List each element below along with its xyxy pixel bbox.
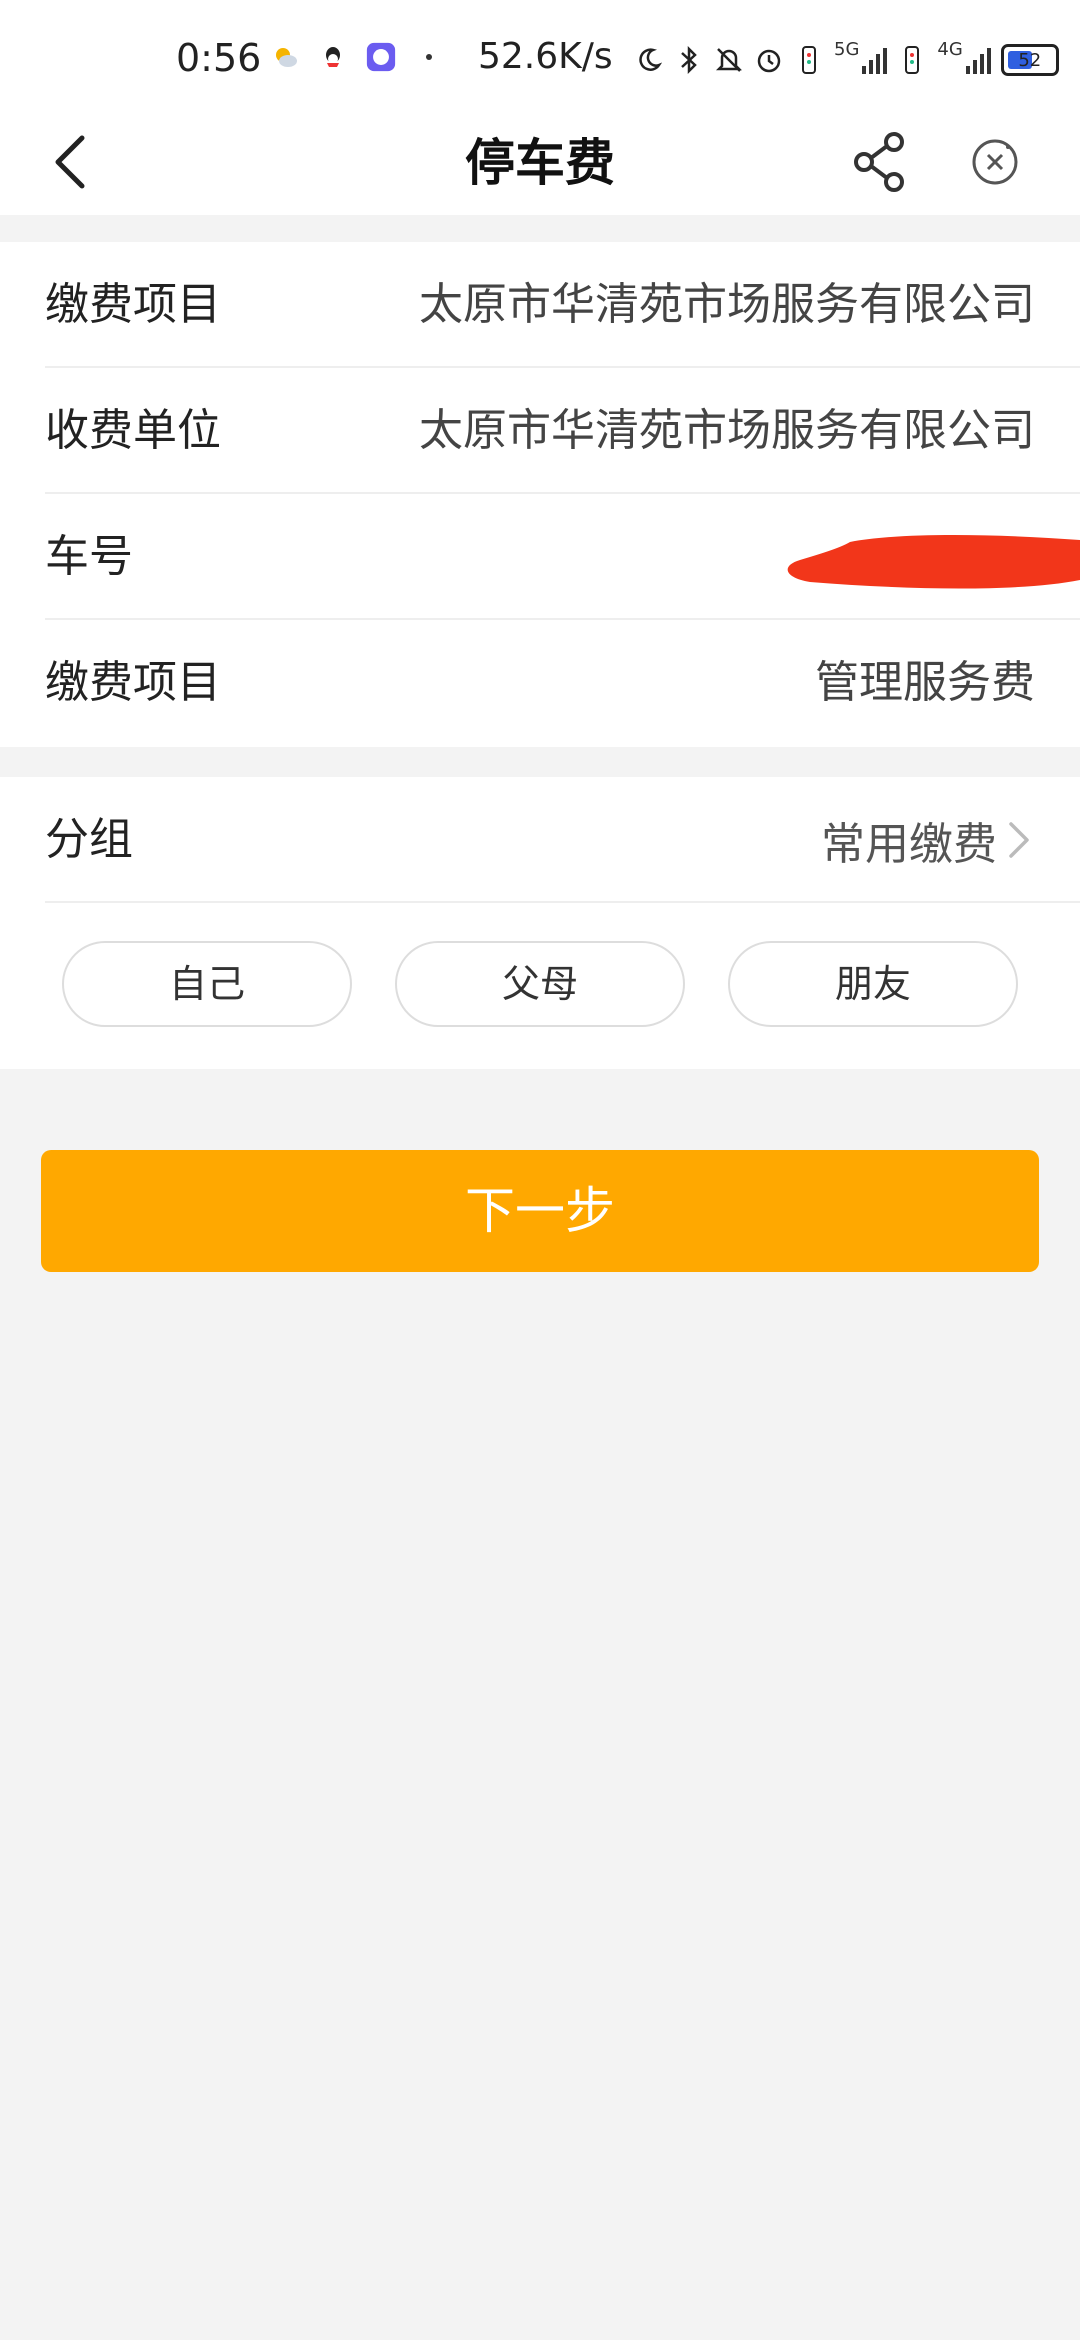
- next-step-button[interactable]: 下一步: [41, 1150, 1039, 1272]
- info-row-item: 缴费项目 太原市华清苑市场服务有限公司: [0, 242, 1080, 368]
- info-row-unit: 收费单位 太原市华清苑市场服务有限公司: [0, 368, 1080, 494]
- info-value: 太原市华清苑市场服务有限公司: [419, 405, 1035, 456]
- mute-icon: [714, 45, 744, 75]
- chip-self[interactable]: 自己: [62, 941, 352, 1027]
- chip-parents[interactable]: 父母: [395, 941, 685, 1027]
- page-title: 停车费: [465, 134, 615, 192]
- group-card: 分组 常用缴费 自己 父母 朋友: [0, 777, 1080, 1069]
- moon-icon: [634, 45, 664, 75]
- chip-friends[interactable]: 朋友: [728, 941, 1018, 1027]
- signal-4g-icon: 4G: [937, 39, 991, 74]
- divider: [45, 901, 1080, 903]
- network-speed: 52.6K/s: [478, 36, 613, 77]
- sim-icon-2: [897, 45, 927, 75]
- close-button[interactable]: [960, 122, 1030, 202]
- status-system-icons: 5G 4G 52: [620, 39, 1059, 76]
- info-label: 车号: [45, 531, 133, 582]
- group-chips: 自己 父母 朋友: [62, 941, 1018, 1029]
- group-value-wrap: 常用缴费: [821, 777, 1035, 903]
- chevron-right-icon: [1007, 818, 1035, 862]
- signal-5g-icon: 5G: [834, 39, 888, 74]
- info-value: 管理服务费: [815, 657, 1035, 708]
- weather-icon: [270, 42, 300, 72]
- chat-app-icon: [366, 42, 396, 72]
- share-icon: [854, 132, 904, 192]
- info-label: 缴费项目: [45, 657, 221, 708]
- battery-icon: 52: [1000, 44, 1059, 76]
- close-icon: [972, 139, 1018, 185]
- status-app-icons: [270, 42, 444, 72]
- group-value: 常用缴费: [821, 819, 997, 870]
- bluetooth-icon: [674, 45, 704, 75]
- qq-icon: [318, 42, 348, 72]
- info-row-plate: 车号: [0, 494, 1080, 620]
- status-bar: 0:56 52.6K/s 5G 4G 52: [0, 0, 1080, 110]
- info-value: 太原市华清苑市场服务有限公司: [419, 279, 1035, 330]
- share-button[interactable]: [845, 122, 915, 202]
- status-time: 0:56: [176, 36, 262, 80]
- dot-icon: [414, 42, 444, 72]
- info-row-fee-type: 缴费项目 管理服务费: [0, 620, 1080, 746]
- payment-info-card: 缴费项目 太原市华清苑市场服务有限公司 收费单位 太原市华清苑市场服务有限公司 …: [0, 242, 1080, 747]
- sim-icon: [794, 45, 824, 75]
- redaction-mark: [787, 535, 1080, 589]
- info-label: 缴费项目: [45, 279, 221, 330]
- group-selector[interactable]: 分组 常用缴费: [0, 777, 1080, 903]
- info-label: 收费单位: [45, 405, 221, 456]
- group-label: 分组: [45, 814, 133, 865]
- title-bar: 停车费: [0, 110, 1080, 215]
- alarm-icon: [754, 45, 784, 75]
